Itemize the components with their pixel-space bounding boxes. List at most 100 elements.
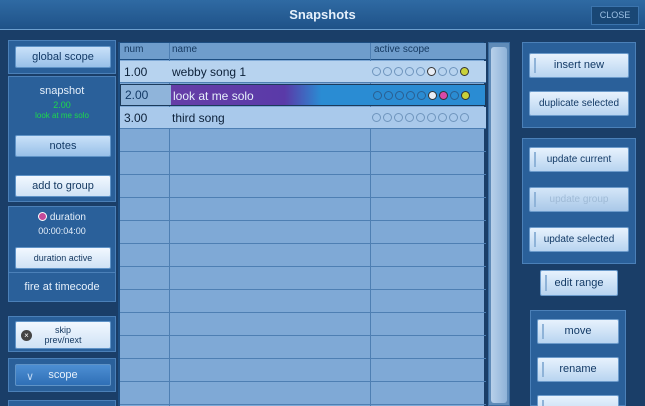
scope-dot: [427, 113, 436, 122]
move-label: move: [564, 325, 592, 337]
snapshot-label: snapshot: [39, 85, 85, 97]
scope-dot: [405, 113, 414, 122]
add-to-group-button[interactable]: add to group: [15, 175, 111, 197]
scope-dot: [373, 91, 382, 100]
row-name: webby song 1: [172, 65, 247, 79]
table-row-empty[interactable]: [120, 245, 486, 267]
chevron-left-icon: [534, 152, 542, 167]
scope-button[interactable]: ∨ scope: [15, 364, 111, 386]
row-num: 2.00: [121, 85, 171, 105]
global-scope-button[interactable]: global scope: [15, 46, 111, 68]
scope-dot: [405, 67, 414, 76]
move-group: move rename: [530, 310, 626, 406]
go-icon: [460, 67, 469, 76]
scope-label: scope: [48, 369, 78, 381]
table-row-empty[interactable]: [120, 337, 486, 359]
skip-block: × skip prev/next: [8, 316, 116, 352]
table-row-empty[interactable]: [120, 153, 486, 175]
table-row-empty[interactable]: [120, 360, 486, 382]
chevron-left-icon: [542, 324, 550, 339]
scope-dot: [406, 91, 415, 100]
record-icon: [439, 91, 448, 100]
scope-dot: [394, 113, 403, 122]
table-scrollbar[interactable]: [488, 42, 510, 406]
clock-icon: [38, 212, 48, 221]
edit-range-label: edit range: [554, 277, 604, 289]
left-bottom-block: [8, 400, 116, 406]
table-row[interactable]: 1.00 webby song 1: [120, 61, 486, 83]
chevron-left-icon: [534, 192, 542, 207]
table-row-empty[interactable]: [120, 314, 486, 336]
scope-dot: [450, 91, 459, 100]
row-num: 3.00: [124, 111, 148, 125]
rename-label: rename: [559, 363, 597, 375]
edit-range-button[interactable]: edit range: [540, 270, 618, 296]
scope-dot: [416, 67, 425, 76]
scope-dot: [460, 113, 469, 122]
row-name: look at me solo: [173, 89, 254, 103]
insert-new-label: insert new: [553, 59, 605, 71]
header-num: num: [124, 44, 144, 55]
scope-dot: [449, 67, 458, 76]
table-row-empty[interactable]: [120, 222, 486, 244]
title-bar: Snapshots CLOSE: [0, 0, 645, 30]
scope-dot: [438, 113, 447, 122]
skip-label-line1: skip: [54, 325, 71, 335]
move-button[interactable]: move: [537, 319, 619, 344]
update-selected-button[interactable]: update selected: [529, 227, 629, 252]
duration-label-row: duration: [9, 212, 115, 223]
duration-active-button[interactable]: duration active: [15, 247, 111, 269]
scope-dot: [384, 91, 393, 100]
table-row-empty[interactable]: [120, 383, 486, 405]
update-current-button[interactable]: update current: [529, 147, 629, 172]
table-row-empty[interactable]: [120, 176, 486, 198]
skip-button[interactable]: × skip prev/next: [15, 321, 111, 349]
table-row-empty[interactable]: [120, 291, 486, 313]
notes-button[interactable]: notes: [15, 135, 111, 157]
scope-block: ∨ scope: [8, 358, 116, 392]
chevron-left-icon: [542, 362, 550, 377]
scope-dot: [417, 91, 426, 100]
insert-group: insert new duplicate selected: [522, 42, 636, 128]
active-scope-indicators: [373, 90, 485, 102]
scope-dot: [438, 67, 447, 76]
insert-new-button[interactable]: insert new: [529, 53, 629, 78]
update-group-label: update group: [549, 194, 609, 205]
scope-dot: [372, 67, 381, 76]
table-row-empty[interactable]: [120, 199, 486, 221]
table-row-empty[interactable]: [120, 268, 486, 290]
scope-dot: [372, 113, 381, 122]
skip-label-line2: prev/next: [44, 335, 82, 345]
chevron-left-icon: [534, 58, 542, 73]
header-name: name: [172, 44, 198, 55]
scrollbar-thumb[interactable]: [491, 47, 507, 403]
table-row-empty[interactable]: [120, 130, 486, 152]
table-row-selected[interactable]: 2.00 look at me solo: [120, 84, 486, 106]
chevron-left-icon: [542, 400, 550, 406]
snapshot-table: num name active scope 1.00 webby song 1 …: [118, 42, 486, 406]
scope-dot: [394, 67, 403, 76]
scope-dot: [449, 113, 458, 122]
scope-dot: [383, 67, 392, 76]
duplicate-selected-button[interactable]: duplicate selected: [529, 91, 629, 116]
active-scope-indicators: [372, 112, 484, 124]
scope-dot: [395, 91, 404, 100]
pin-icon: [428, 91, 437, 100]
skip-close-icon: ×: [21, 330, 32, 341]
chevron-down-icon: ∨: [26, 371, 35, 383]
table-row[interactable]: 3.00 third song: [120, 107, 486, 129]
chevron-left-icon: [545, 275, 553, 291]
snapshot-name: look at me solo: [35, 111, 89, 120]
update-group: update current update group update selec…: [522, 138, 636, 264]
table-header: num name active scope: [120, 43, 486, 60]
rename-button[interactable]: rename: [537, 357, 619, 382]
update-selected-label: update selected: [543, 234, 615, 245]
duration-block: duration 00:00:04:00 duration active: [8, 206, 116, 278]
row-num: 1.00: [124, 65, 148, 79]
close-button[interactable]: CLOSE: [591, 6, 639, 25]
go-icon: [461, 91, 470, 100]
more-button[interactable]: [537, 395, 619, 406]
fire-at-timecode[interactable]: fire at timecode: [8, 272, 116, 302]
active-scope-indicators: [372, 66, 484, 78]
row-name: third song: [172, 111, 225, 125]
